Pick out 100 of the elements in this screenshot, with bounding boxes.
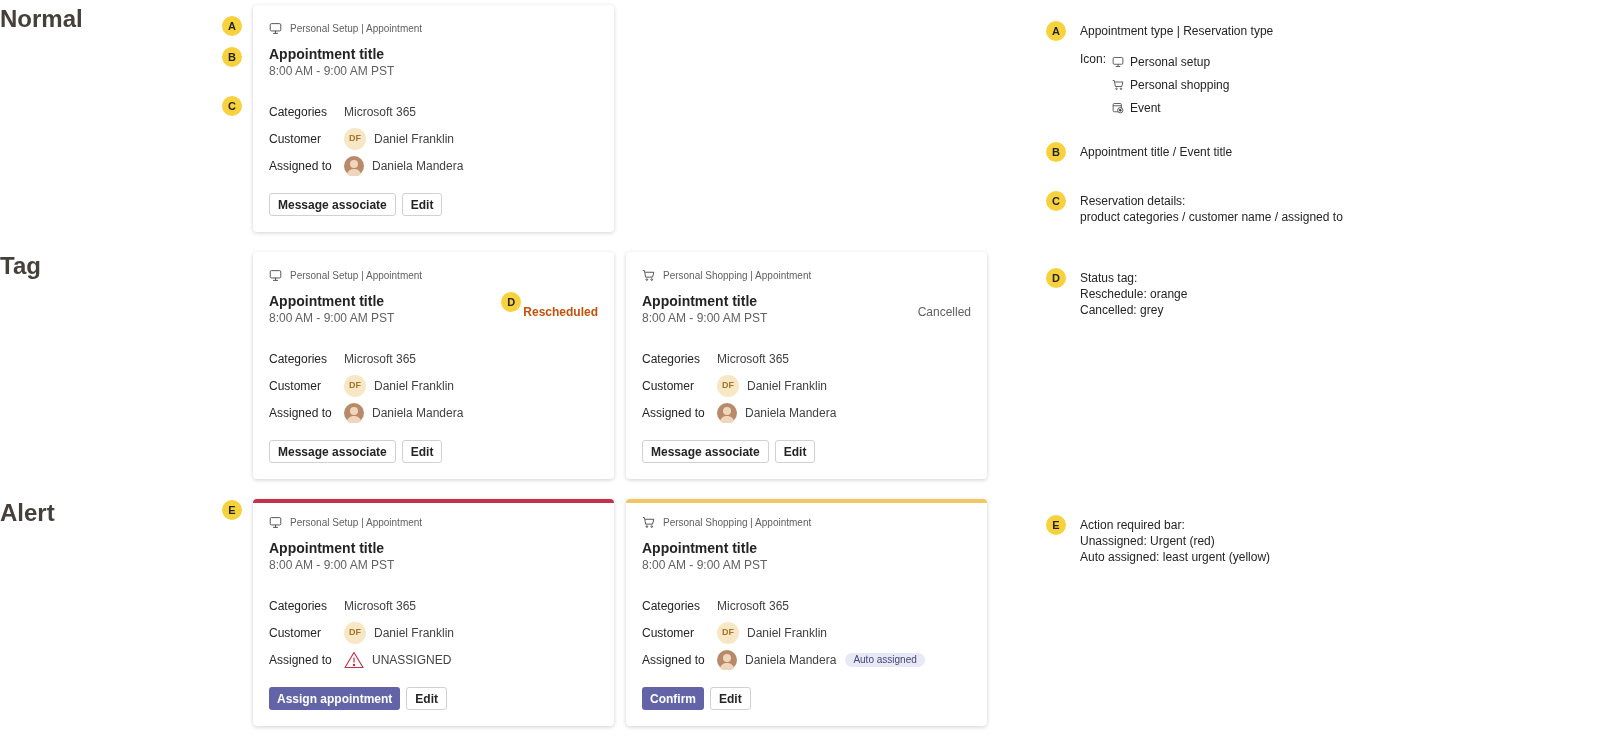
detail-label: Customer [642, 377, 695, 395]
primary-button[interactable]: Confirm [642, 687, 704, 710]
marker-badge: D [1046, 268, 1066, 288]
detail-value: Daniel Franklin [374, 624, 455, 642]
detail-label: Assigned to [269, 404, 333, 422]
detail-value: Microsoft 365 [344, 103, 417, 121]
appointment-title: Appointment title [269, 539, 386, 557]
annotation-text: Reservation details: [1080, 193, 1187, 209]
monitor-icon [1112, 56, 1124, 68]
avatar-icon [344, 155, 364, 176]
marker-badge: E [222, 500, 242, 520]
detail-value: Microsoft 365 [344, 597, 417, 615]
avatar-initials: DF [344, 374, 366, 397]
detail-value: Daniela Mandera [745, 651, 837, 669]
secondary-button[interactable]: Message associate [642, 440, 769, 463]
avatar-icon [717, 649, 737, 670]
detail-label: Customer [269, 624, 322, 642]
detail-label: Categories [269, 103, 329, 121]
secondary-button[interactable]: Edit [710, 687, 751, 710]
appointment-time: 8:00 AM - 9:00 AM PST [642, 557, 768, 573]
status-tag: Cancelled [917, 303, 971, 321]
detail-label: Customer [269, 130, 322, 148]
detail-value: Daniela Mandera [372, 404, 464, 422]
detail-value: Daniela Mandera [745, 404, 837, 422]
detail-label: Assigned to [642, 651, 706, 669]
secondary-button[interactable]: Edit [401, 193, 443, 216]
cart-icon [642, 269, 655, 282]
avatar-initials: DF [344, 621, 366, 644]
detail-label: Categories [269, 597, 329, 615]
annotation-text: Status tag: [1080, 270, 1139, 286]
icon-legend-label: Icon: [1080, 51, 1106, 68]
avatar-icon [344, 402, 364, 423]
annotation-text: Appointment title / Event title [1080, 144, 1233, 160]
detail-label: Categories [642, 597, 702, 615]
monitor-icon [269, 516, 282, 529]
primary-button[interactable]: Assign appointment [269, 687, 401, 710]
icon-legend-text: Personal shopping [1130, 77, 1230, 93]
appointment-type: Personal Setup | Appointment [290, 22, 423, 36]
appointment-type: Personal Setup | Appointment [290, 516, 423, 530]
marker-badge: B [1046, 142, 1066, 162]
detail-value: Daniel Franklin [374, 130, 455, 148]
secondary-button[interactable]: Edit [774, 440, 816, 463]
appointment-title: Appointment title [642, 539, 759, 557]
appointment-time: 8:00 AM - 9:00 AM PST [269, 557, 395, 573]
detail-label: Assigned to [269, 651, 333, 669]
annotation-text: product categories / customer name / assigned to [1080, 209, 1343, 225]
marker-badge: C [1046, 191, 1066, 211]
secondary-button[interactable]: Edit [406, 687, 447, 710]
avatar-icon [717, 402, 737, 423]
appointment-title: Appointment title [269, 292, 386, 310]
marker-badge: A [1046, 21, 1066, 41]
annotation-text: Auto assigned: least urgent (yellow) [1080, 549, 1271, 565]
section-heading: Alert [0, 499, 55, 526]
appointment-time: 8:00 AM - 9:00 AM PST [642, 310, 768, 326]
appointment-title: Appointment title [642, 292, 759, 310]
detail-label: Assigned to [269, 157, 333, 175]
status-tag: Rescheduled [523, 303, 598, 321]
detail-value: Microsoft 365 [344, 350, 417, 368]
marker-badge: A [222, 16, 242, 36]
marker-badge: C [222, 96, 242, 116]
secondary-button[interactable]: Edit [401, 440, 443, 463]
monitor-icon [269, 22, 282, 35]
detail-label: Categories [642, 350, 702, 368]
detail-label: Assigned to [642, 404, 706, 422]
detail-value: Daniel Franklin [747, 377, 828, 395]
detail-label: Categories [269, 350, 329, 368]
cart-icon [642, 516, 655, 529]
avatar-initials: DF [717, 374, 739, 397]
marker-badge: D [501, 292, 522, 312]
monitor-icon [269, 269, 282, 282]
section-heading: Tag [0, 252, 41, 279]
appointment-type: Personal Shopping | Appointment [663, 516, 812, 530]
appointment-type: Personal Shopping | Appointment [663, 269, 812, 283]
detail-value: UNASSIGNED [372, 651, 452, 669]
detail-value: Daniel Franklin [374, 377, 455, 395]
marker-badge: B [222, 47, 242, 67]
annotation-text: Action required bar: [1080, 517, 1186, 533]
marker-badge: E [1046, 515, 1066, 535]
annotation-text: Cancelled: grey [1080, 302, 1165, 318]
annotation-text: Unassigned: Urgent (red) [1080, 533, 1216, 549]
detail-value: Microsoft 365 [717, 597, 790, 615]
secondary-button[interactable]: Message associate [269, 193, 396, 216]
detail-value: Daniel Franklin [747, 624, 828, 642]
detail-label: Customer [269, 377, 322, 395]
avatar-initials: DF [717, 621, 739, 644]
detail-value: Daniela Mandera [372, 157, 464, 175]
appointment-time: 8:00 AM - 9:00 AM PST [269, 310, 395, 326]
icon-legend-text: Event [1130, 100, 1161, 116]
section-heading: Normal [0, 5, 83, 32]
warning-icon [344, 650, 364, 669]
avatar-initials: DF [344, 127, 366, 150]
cart-icon [1112, 79, 1124, 91]
appointment-time: 8:00 AM - 9:00 AM PST [269, 63, 395, 79]
detail-label: Customer [642, 624, 695, 642]
icon-legend-text: Personal setup [1130, 54, 1211, 70]
detail-value: Microsoft 365 [717, 350, 790, 368]
appointment-title: Appointment title [269, 45, 386, 63]
secondary-button[interactable]: Message associate [269, 440, 396, 463]
calendar-icon [1112, 102, 1124, 114]
auto-assigned-badge: Auto assigned [845, 652, 925, 667]
